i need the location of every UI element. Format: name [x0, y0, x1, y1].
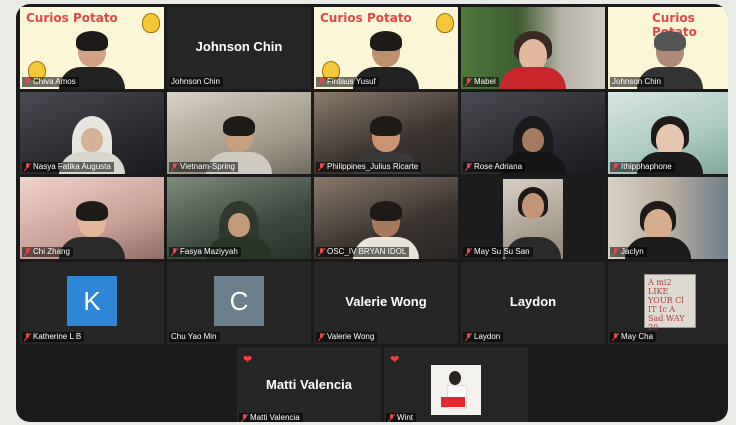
mic-muted-icon [171, 248, 178, 256]
participant-name-label: Ithipphaphone [610, 162, 675, 172]
participant-name-label: Philippines_Julius Ricarte [316, 162, 422, 172]
mic-muted-icon [318, 163, 325, 171]
participant-name-label: Vietnam-Spring [169, 162, 238, 172]
participant-video [498, 31, 568, 89]
participant-name-label: Chi Zhang [22, 247, 73, 257]
participant-display-name: Valerie Wong [345, 294, 427, 309]
pinned-row: ❤ Matti Valencia Matti Valencia ❤ Wint [237, 347, 528, 422]
mic-muted-icon [171, 163, 178, 171]
mic-muted-icon [612, 163, 619, 171]
participant-tile[interactable]: Johnson Chin Johnson Chin [167, 7, 311, 89]
mic-muted-icon [612, 333, 619, 341]
participant-name-label: Fasya Maziyyah [169, 247, 241, 257]
mic-muted-icon [24, 248, 31, 256]
participant-name-label: May Cha [610, 332, 657, 342]
participant-tile[interactable]: A mi2 LIKE YOUR Cl IT Ic A Sad WAY 20 Ma… [608, 262, 728, 344]
participant-name-label: Valerie Wong [316, 332, 378, 342]
mic-muted-icon [465, 78, 472, 86]
participant-tile[interactable]: Ithipphaphone [608, 92, 728, 174]
participant-display-name: Johnson Chin [195, 39, 283, 54]
participant-tile[interactable]: OSC_IV BRYAN IDOL [314, 177, 458, 259]
participant-display-name: Laydon [509, 294, 557, 309]
mic-muted-icon [318, 248, 325, 256]
participant-name-label: Katherine L B [22, 332, 85, 342]
chick-icon [436, 13, 454, 33]
participant-name-label: Firdaus Yusuf [316, 77, 379, 87]
mic-muted-icon [24, 163, 31, 171]
participant-name-label: Rose Adriana [463, 162, 526, 172]
brand-logo: Curios Potato [26, 11, 118, 25]
mic-muted-icon [465, 163, 472, 171]
participant-tile[interactable]: Curios Potato Johnson Chin [608, 7, 728, 89]
participant-name-label: Matti Valencia [239, 413, 303, 422]
profile-photo [431, 365, 481, 415]
participant-tile[interactable]: Valerie Wong Valerie Wong [314, 262, 458, 344]
book-cover-image: A mi2 LIKE YOUR Cl IT Ic A Sad WAY 20 [644, 274, 696, 332]
participant-tile[interactable]: Chi Zhang [20, 177, 164, 259]
heart-icon: ❤ [243, 354, 253, 366]
mic-muted-icon [318, 333, 325, 341]
participant-tile[interactable]: May Su Su San [461, 177, 605, 259]
participant-tile[interactable]: Curios Potato Chiva Amos [20, 7, 164, 89]
participant-tile[interactable]: Vietnam-Spring [167, 92, 311, 174]
participant-name-label: Johnson Chin [169, 77, 223, 87]
participant-tile[interactable]: Curios Potato Firdaus Yusuf [314, 7, 458, 89]
mic-muted-icon [24, 78, 31, 86]
participant-grid: Curios Potato Chiva Amos Johnson Chin Jo… [20, 7, 728, 344]
participant-tile[interactable]: Philippines_Julius Ricarte [314, 92, 458, 174]
participant-name-label: Chiva Amos [22, 77, 79, 87]
avatar: K [67, 276, 117, 326]
participant-name-label: Jaclyn [610, 247, 647, 257]
mic-muted-icon [465, 333, 472, 341]
participant-name-label: Johnson Chin [610, 77, 664, 87]
gallery-view: Curios Potato Chiva Amos Johnson Chin Jo… [16, 4, 728, 422]
mic-muted-icon [318, 78, 325, 86]
chick-icon [142, 13, 160, 33]
participant-tile[interactable]: Mabel [461, 7, 605, 89]
participant-tile[interactable]: K Katherine L B [20, 262, 164, 344]
mic-muted-icon [612, 248, 619, 256]
participant-tile[interactable]: C Chu Yao Min [167, 262, 311, 344]
mic-muted-icon [24, 333, 31, 341]
participant-tile[interactable]: Fasya Maziyyah [167, 177, 311, 259]
mic-muted-icon [241, 414, 248, 422]
mic-muted-icon [465, 248, 472, 256]
participant-name-label: Nasya Fatika Augusta [22, 162, 114, 172]
participant-name-label: OSC_IV BRYAN IDOL [316, 247, 410, 257]
brand-logo: Curios Potato [320, 11, 412, 25]
avatar: C [214, 276, 264, 326]
participant-name-label: Wint [386, 413, 416, 422]
participant-name-label: May Su Su San [463, 247, 533, 257]
participant-tile[interactable]: ❤ Wint [384, 347, 528, 422]
mic-muted-icon [388, 414, 395, 422]
participant-name-label: Mabel [463, 77, 499, 87]
participant-tile[interactable]: Rose Adriana [461, 92, 605, 174]
participant-tile[interactable]: Nasya Fatika Augusta [20, 92, 164, 174]
participant-name-label: Laydon [463, 332, 504, 342]
participant-display-name: Matti Valencia [266, 377, 352, 392]
participant-tile[interactable]: Jaclyn [608, 177, 728, 259]
participant-name-label: Chu Yao Min [169, 332, 220, 342]
heart-icon: ❤ [390, 354, 400, 366]
participant-tile[interactable]: Laydon Laydon [461, 262, 605, 344]
participant-tile[interactable]: ❤ Matti Valencia Matti Valencia [237, 347, 381, 422]
